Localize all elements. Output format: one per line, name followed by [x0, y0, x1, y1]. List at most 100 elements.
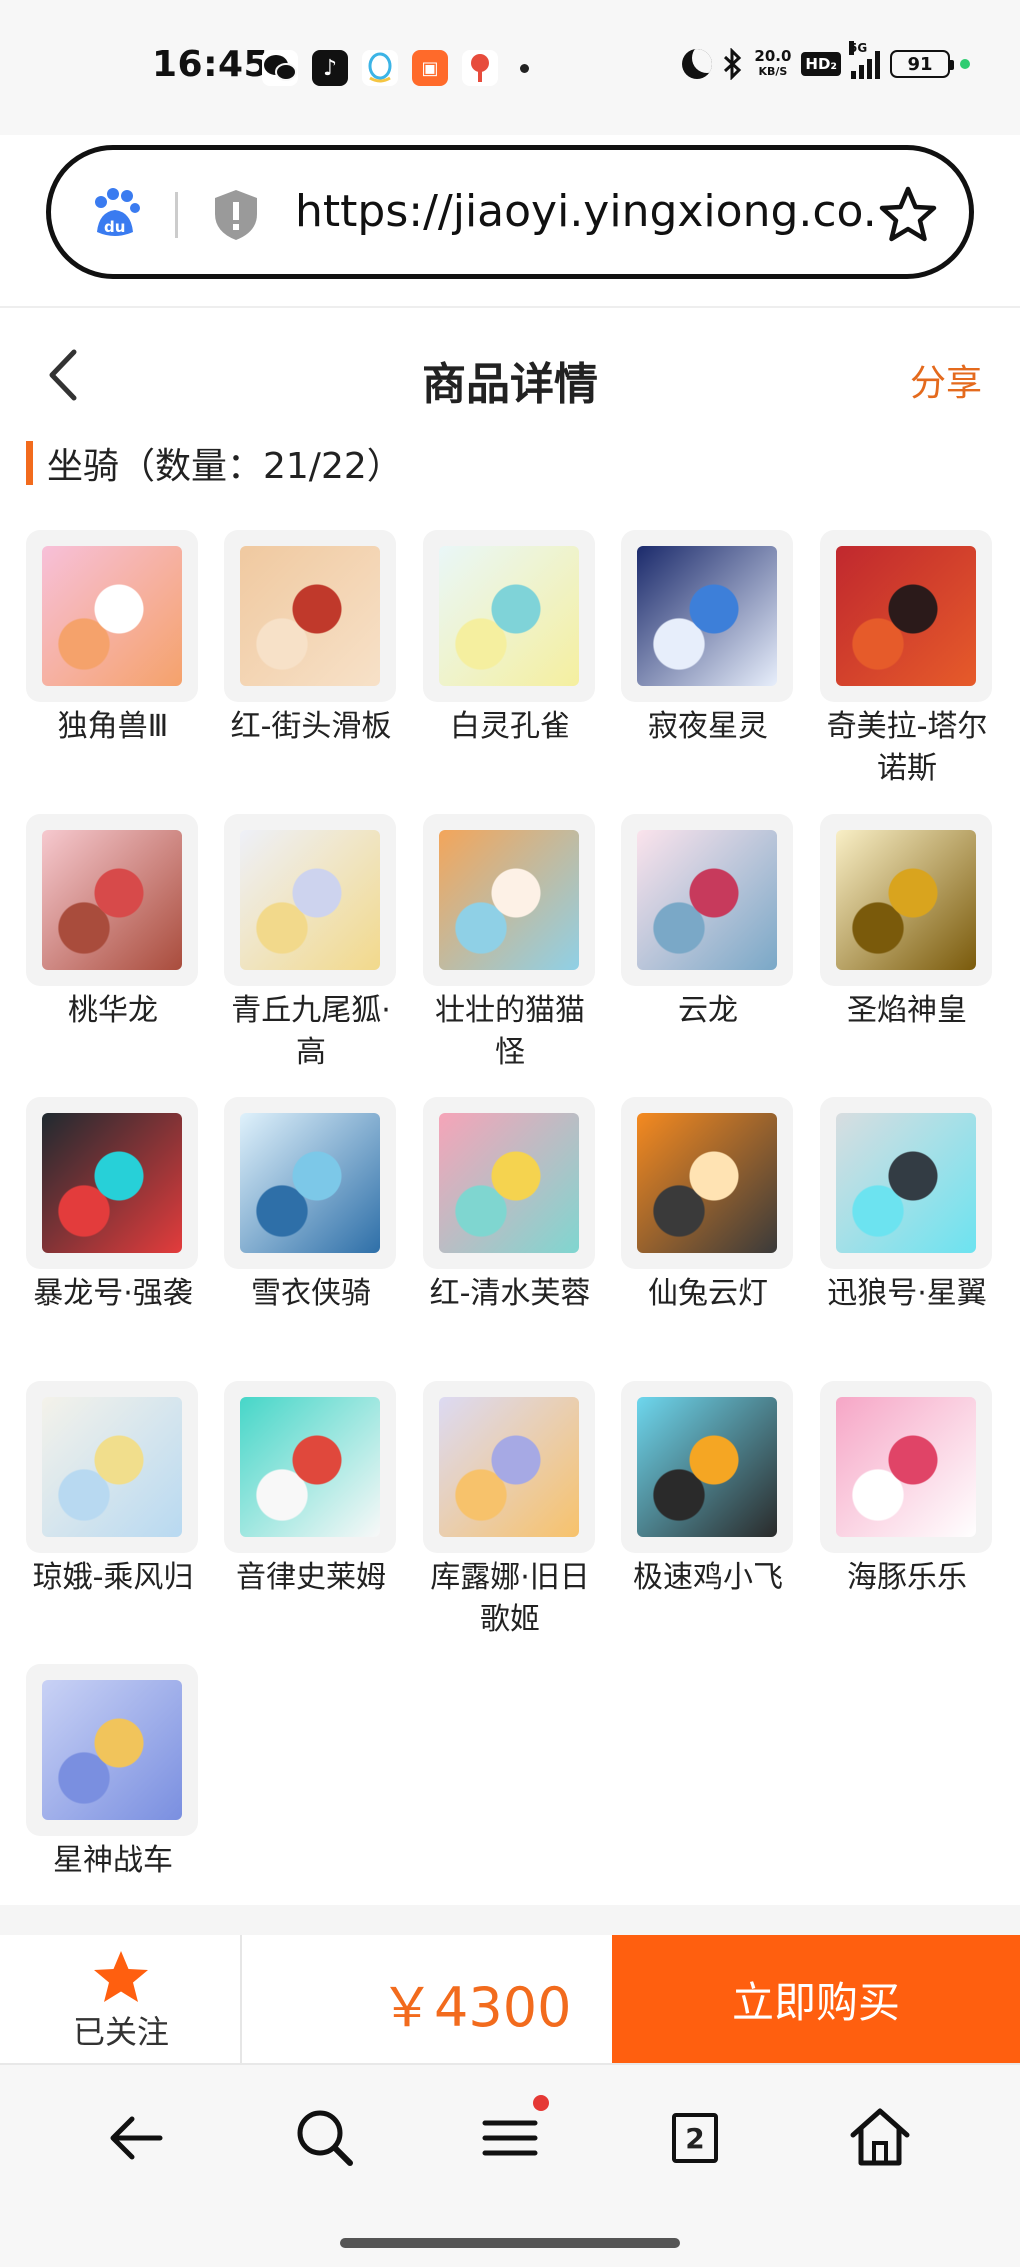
mount-name: 库露娜·旧日歌姬 [430, 1560, 590, 1637]
mount-thumbnail[interactable] [423, 1381, 595, 1553]
mount-item[interactable]: 桃华龙 [26, 814, 200, 1032]
mount-name: 独角兽Ⅲ [57, 709, 169, 744]
mount-image [637, 830, 777, 970]
mount-thumbnail[interactable] [621, 1381, 793, 1553]
mount-image [637, 1397, 777, 1537]
mount-item[interactable]: 奇美拉-塔尔诺斯 [820, 530, 994, 790]
mount-name: 极速鸡小飞 [633, 1560, 783, 1595]
mount-name: 青丘九尾狐·高 [231, 993, 391, 1070]
mount-thumbnail[interactable] [26, 1097, 198, 1269]
page-header: 商品详情 分享 [0, 306, 1020, 436]
mount-item[interactable]: 迅狼号·星翼 [820, 1097, 994, 1315]
mount-thumbnail[interactable] [26, 1664, 198, 1836]
mount-thumbnail[interactable] [224, 1381, 396, 1553]
mount-name: 暴龙号·强袭 [33, 1276, 193, 1311]
bookmark-star-icon[interactable] [877, 184, 939, 246]
home-indicator[interactable] [340, 2238, 680, 2248]
buy-now-button[interactable]: 立即购买 [612, 1935, 1020, 2063]
moon-icon [682, 49, 713, 79]
mount-thumbnail[interactable] [26, 530, 198, 702]
mount-thumbnail[interactable] [26, 814, 198, 986]
mount-name: 星神战车 [53, 1843, 173, 1878]
mount-item[interactable]: 独角兽Ⅲ [26, 530, 200, 748]
mount-thumbnail[interactable] [820, 1097, 992, 1269]
mount-item[interactable]: 琼娥-乘风归 [26, 1381, 200, 1599]
mount-thumbnail[interactable] [621, 530, 793, 702]
mount-image [439, 1113, 579, 1253]
mount-thumbnail[interactable] [26, 1381, 198, 1553]
mount-thumbnail[interactable] [423, 1097, 595, 1269]
star-filled-icon [94, 1951, 148, 2002]
mount-name: 音律史莱姆 [236, 1560, 386, 1595]
mount-item[interactable]: 仙兔云灯 [621, 1097, 795, 1315]
mount-item[interactable]: 库露娜·旧日歌姬 [423, 1381, 597, 1641]
mount-image [836, 546, 976, 686]
tabs-button[interactable]: 2 [660, 2103, 730, 2173]
page-title: 商品详情 [422, 359, 598, 410]
mount-thumbnail[interactable] [423, 530, 595, 702]
mount-thumbnail[interactable] [820, 1381, 992, 1553]
mount-thumbnail[interactable] [423, 814, 595, 986]
mount-item[interactable]: 暴龙号·强袭 [26, 1097, 200, 1315]
menu-icon [482, 2120, 538, 2156]
mount-image [240, 1397, 380, 1537]
menu-button[interactable] [475, 2095, 549, 2173]
mount-image [42, 830, 182, 970]
mount-item[interactable]: 红-清水芙蓉 [423, 1097, 597, 1315]
net-speed: 20.0 KB/S [754, 47, 792, 79]
mount-image [240, 546, 380, 686]
notification-dot [533, 2095, 549, 2111]
mount-item[interactable]: 红-街头滑板 [224, 530, 398, 748]
mount-image [836, 1397, 976, 1537]
follow-button[interactable]: 已关注 [0, 1935, 242, 2063]
mount-item[interactable]: 星神战车 [26, 1664, 200, 1882]
mount-thumbnail[interactable] [224, 814, 396, 986]
mount-item[interactable]: 圣焰神皇 [820, 814, 994, 1032]
status-bar: 16:45 ♪ ▣ 20.0 KB/S HD₂ 5G 91 [0, 0, 1020, 135]
mount-thumbnail[interactable] [224, 1097, 396, 1269]
mount-image [439, 830, 579, 970]
mount-item[interactable]: 雪衣侠骑 [224, 1097, 398, 1315]
back-arrow-icon[interactable] [102, 2103, 172, 2173]
hd-badge: HD₂ [801, 52, 841, 76]
mount-item[interactable]: 白灵孔雀 [423, 530, 597, 748]
share-button[interactable]: 分享 [910, 354, 982, 406]
mount-name: 雪衣侠骑 [251, 1276, 371, 1311]
mount-thumbnail[interactable] [820, 814, 992, 986]
mount-thumbnail[interactable] [820, 530, 992, 702]
mount-name: 仙兔云灯 [648, 1276, 768, 1311]
mount-item[interactable]: 音律史莱姆 [224, 1381, 398, 1599]
mount-item[interactable]: 海豚乐乐 [820, 1381, 994, 1599]
mount-image [637, 546, 777, 686]
url-divider [175, 192, 178, 238]
mount-name: 桃华龙 [68, 993, 158, 1028]
mount-image [42, 1397, 182, 1537]
mount-thumbnail[interactable] [621, 1097, 793, 1269]
browser-nav: 2 [0, 2063, 1020, 2267]
mount-image [42, 1680, 182, 1820]
mount-item[interactable]: 青丘九尾狐·高 [224, 814, 398, 1074]
mount-name: 红-清水芙蓉 [429, 1276, 591, 1311]
address-bar[interactable]: du https://jiaoyi.yingxiong.co... [46, 145, 974, 279]
wechat-icon [262, 50, 298, 86]
home-icon[interactable] [845, 2103, 915, 2173]
mount-item[interactable]: 极速鸡小飞 [621, 1381, 795, 1599]
mount-item[interactable]: 壮壮的猫猫怪 [423, 814, 597, 1074]
url-text[interactable]: https://jiaoyi.yingxiong.co... [295, 186, 875, 237]
battery-icon: 91 [890, 50, 954, 78]
mount-thumbnail[interactable] [224, 530, 396, 702]
follow-label: 已关注 [72, 2013, 169, 2051]
buy-bar: 已关注 ￥4300 立即购买 [0, 1935, 1020, 2063]
mount-item[interactable]: 云龙 [621, 814, 795, 1032]
section-accent-bar [26, 441, 33, 485]
mount-thumbnail[interactable] [621, 814, 793, 986]
mount-image [42, 546, 182, 686]
baidu-icon[interactable]: du [87, 186, 143, 242]
section-title: 坐骑（数量：21/22） [47, 446, 403, 487]
mount-name: 圣焰神皇 [847, 993, 967, 1028]
map-pin-icon [462, 50, 498, 86]
mount-item[interactable]: 寂夜星灵 [621, 530, 795, 748]
shield-icon[interactable] [211, 188, 261, 242]
search-icon[interactable] [290, 2103, 360, 2173]
mount-name: 白灵孔雀 [450, 709, 570, 744]
